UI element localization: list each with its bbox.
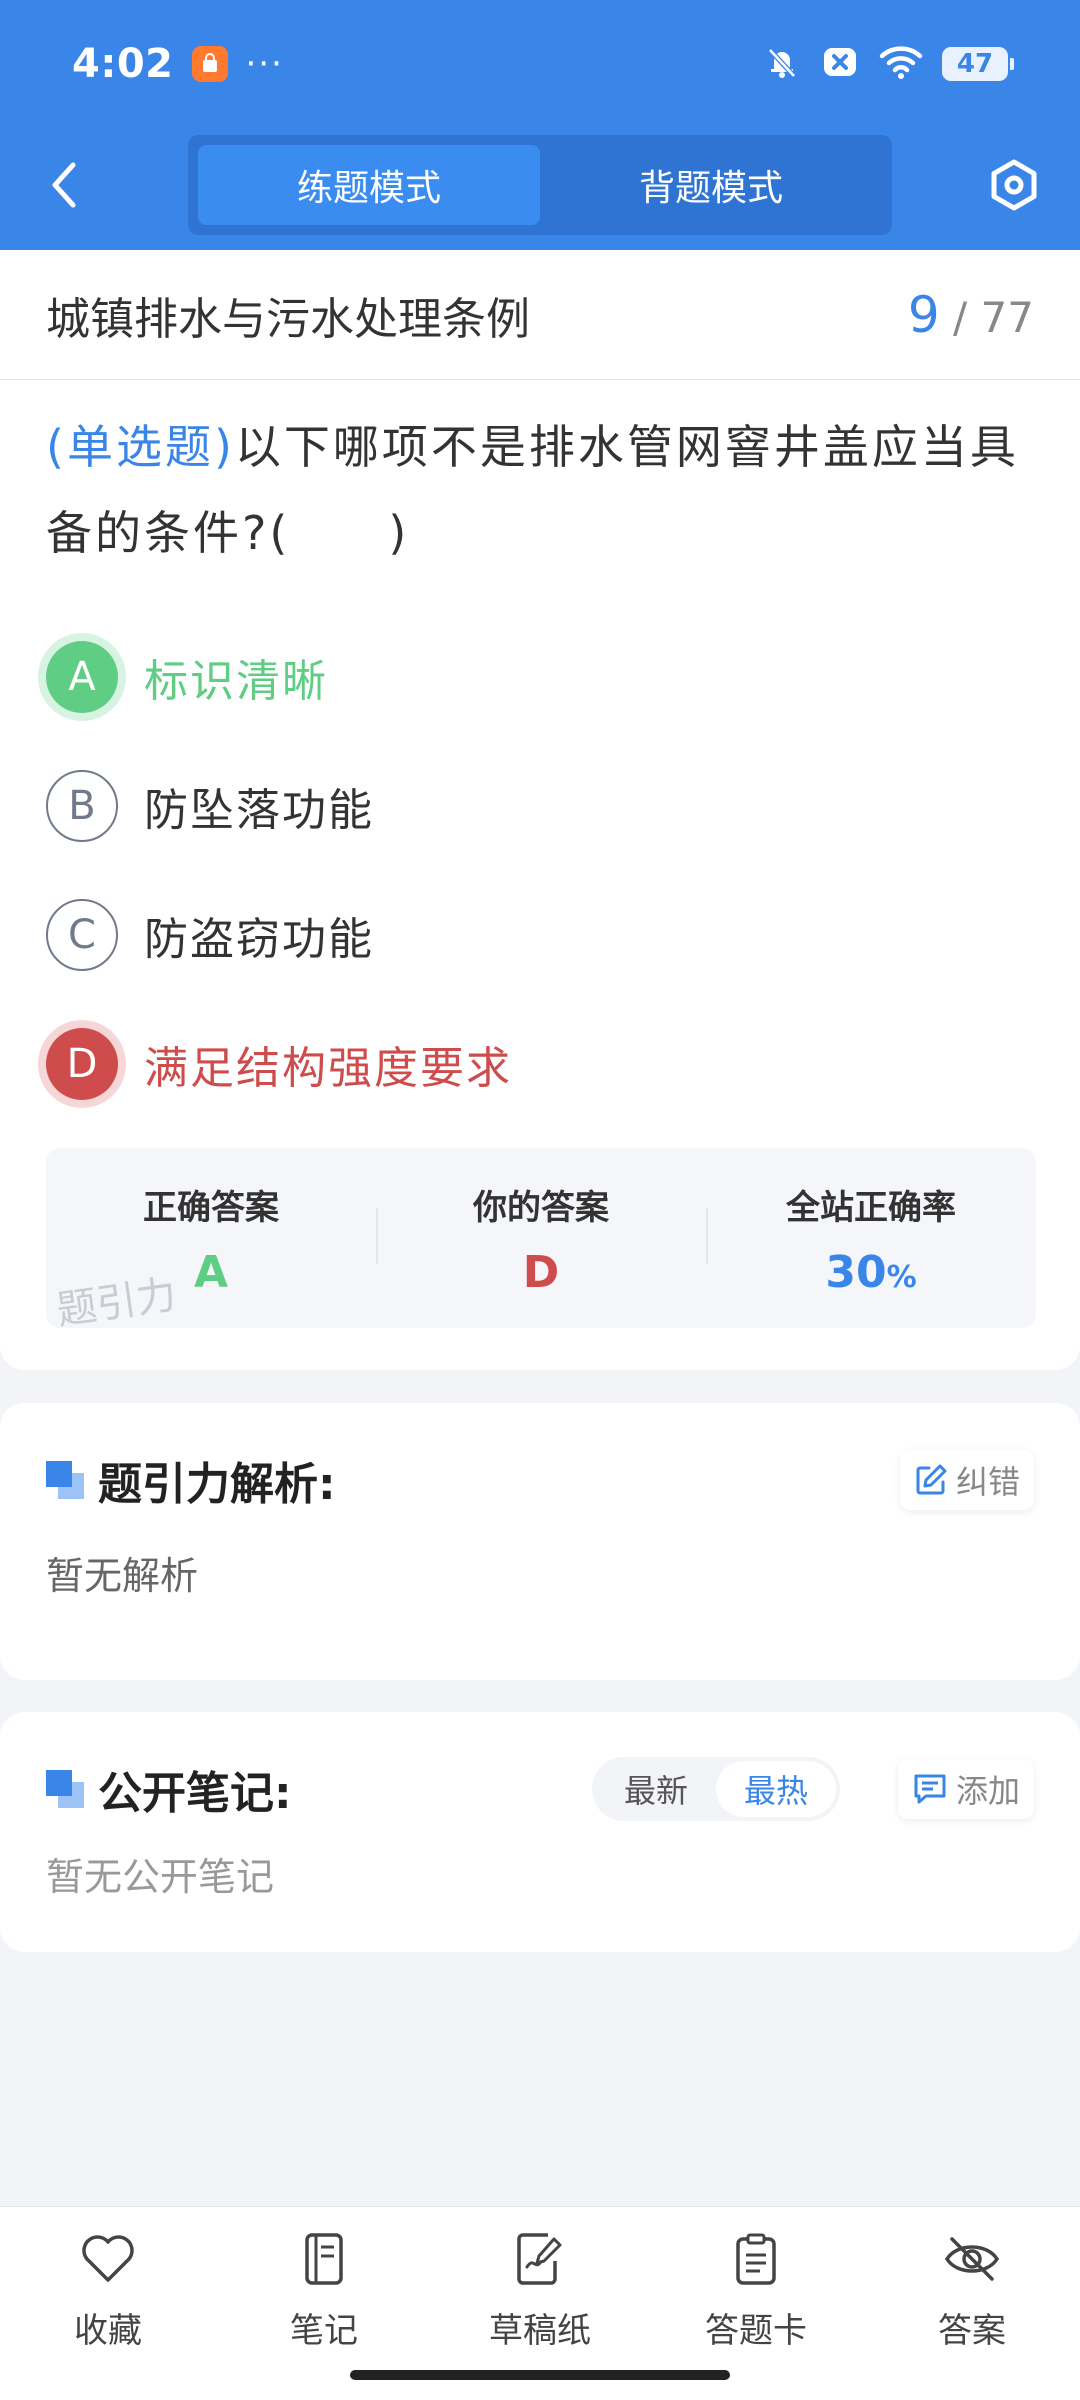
option-d-badge: D	[46, 1027, 118, 1100]
notes-title: 公开笔记:	[98, 1768, 292, 1819]
report-error-label: 纠错	[955, 1463, 1020, 1501]
nav-favorite-label: 收藏	[74, 2311, 142, 2351]
answer-summary: 正确答案 A 你的答案 D 全站正确率 30%	[46, 1148, 1036, 1328]
chevron-left-icon	[52, 162, 76, 208]
section-marker-icon	[46, 1461, 84, 1499]
status-time: 4:02	[72, 41, 174, 87]
current-question-number: 9	[907, 285, 940, 344]
option-c-text: 防盗窃功能	[144, 913, 374, 965]
notes-sort-toggle: 最新 最热	[591, 1757, 840, 1821]
eye-off-icon	[942, 2229, 1002, 2289]
analysis-title: 题引力解析:	[98, 1459, 336, 1510]
nav-draft-paper-label: 草稿纸	[489, 2311, 591, 2351]
app-header: 4:02 ··· 47 练题模式 背题模式	[0, 0, 1080, 250]
notes-body: 暂无公开笔记	[46, 1855, 275, 1899]
option-b-text: 防坠落功能	[144, 784, 374, 836]
wifi-icon	[878, 42, 924, 86]
nav-notes-label: 笔记	[290, 2311, 358, 2351]
add-note-button[interactable]: 添加	[897, 1759, 1034, 1819]
answer-card-icon	[726, 2229, 786, 2289]
chapter-bar: 城镇排水与污水处理条例 9 / 77	[0, 250, 1080, 380]
option-a[interactable]: A 标识清晰	[46, 612, 1034, 741]
tab-memorize-mode[interactable]: 背题模式	[540, 145, 882, 225]
back-button[interactable]	[40, 155, 88, 215]
shopping-app-icon	[191, 46, 228, 82]
your-answer-column: 你的答案 D	[376, 1148, 706, 1328]
accuracy-rate-number: 30	[825, 1247, 887, 1298]
notebook-icon	[294, 2229, 354, 2289]
nav-favorite[interactable]: 收藏	[0, 2207, 216, 2400]
accuracy-rate-label: 全站正确率	[786, 1188, 956, 1228]
tab-practice-mode[interactable]: 练题模式	[198, 145, 540, 225]
settings-button[interactable]	[984, 155, 1044, 215]
option-a-badge: A	[46, 640, 118, 713]
more-notifications-icon: ···	[245, 44, 284, 84]
option-b[interactable]: B 防坠落功能	[46, 741, 1034, 870]
question-stem: (单选题)以下哪项不是排水管网窨井盖应当具备的条件?( )	[46, 404, 1034, 576]
option-d-text: 满足结构强度要求	[144, 1042, 512, 1094]
x-badge-icon	[820, 42, 860, 86]
settings-hexagon-icon	[991, 159, 1037, 211]
your-answer-label: 你的答案	[473, 1188, 609, 1228]
option-c[interactable]: C 防盗窃功能	[46, 870, 1034, 999]
question-progress: 9 / 77	[908, 286, 1034, 344]
home-indicator[interactable]	[350, 2370, 730, 2380]
options-list: A 标识清晰 B 防坠落功能 C 防盗窃功能 D 满足结构强度要求	[46, 612, 1034, 1128]
your-answer-value: D	[522, 1247, 560, 1298]
nav-answer-label: 答案	[938, 2311, 1006, 2351]
chapter-title: 城镇排水与污水处理条例	[46, 293, 530, 345]
nav-answer-card-label: 答题卡	[705, 2311, 807, 2351]
heart-icon	[78, 2229, 138, 2289]
option-a-text: 标识清晰	[144, 655, 328, 707]
accuracy-rate-unit: %	[886, 1260, 917, 1295]
option-d[interactable]: D 满足结构强度要求	[46, 999, 1034, 1128]
status-bar: 4:02 ··· 47	[72, 36, 1014, 92]
option-c-badge: C	[46, 898, 118, 971]
mute-bell-icon	[762, 42, 802, 86]
report-error-button[interactable]: 纠错	[899, 1450, 1034, 1510]
mode-switch: 练题模式 背题模式	[188, 135, 892, 235]
progress-separator: /	[939, 292, 981, 342]
total-question-count: 77	[980, 292, 1034, 342]
correct-answer-value: A	[193, 1247, 229, 1298]
add-note-label: 添加	[955, 1772, 1020, 1810]
option-b-badge: B	[46, 769, 118, 842]
correct-answer-label: 正确答案	[143, 1188, 279, 1228]
nav-answer[interactable]: 答案	[864, 2207, 1080, 2400]
sort-hottest[interactable]: 最热	[715, 1761, 836, 1817]
question-type: (单选题)	[46, 420, 235, 474]
section-marker-icon	[46, 1770, 84, 1808]
edit-icon	[916, 1464, 947, 1495]
analysis-section: 题引力解析: 纠错 暂无解析	[0, 1403, 1080, 1680]
public-notes-section: 公开笔记: 最新 最热 添加 暂无公开笔记	[0, 1712, 1080, 1952]
battery-indicator: 47	[942, 47, 1014, 81]
comment-icon	[914, 1774, 946, 1804]
accuracy-rate-value: 30%	[825, 1247, 916, 1298]
accuracy-rate-column: 全站正确率 30%	[706, 1148, 1036, 1328]
sort-latest[interactable]: 最新	[596, 1761, 716, 1817]
analysis-body: 暂无解析	[46, 1554, 199, 1598]
draft-paper-icon	[510, 2229, 570, 2289]
